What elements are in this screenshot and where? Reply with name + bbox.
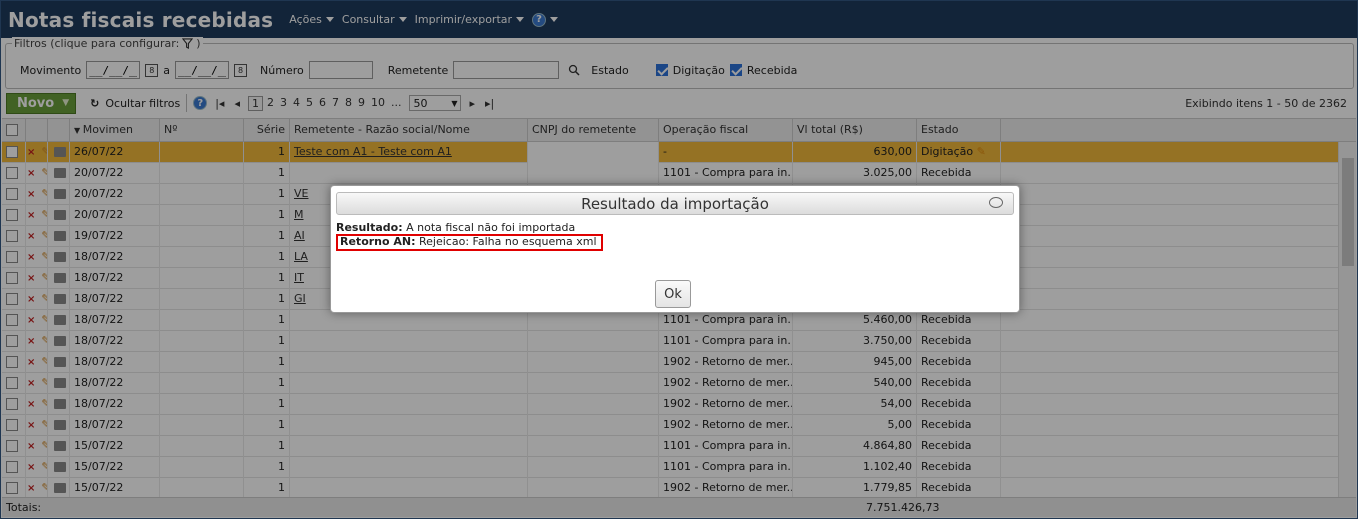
retorno-text: Rejeicao: Falha no esquema xml — [419, 235, 597, 248]
resultado-label: Resultado: — [336, 221, 403, 234]
import-result-dialog: Resultado da importação Resultado: A not… — [330, 185, 1020, 313]
dialog-titlebar: Resultado da importação — [336, 192, 1014, 215]
retorno-label: Retorno AN: — [340, 235, 416, 248]
app-window: Notas fiscais recebidas Ações Consultar … — [0, 0, 1358, 519]
dialog-title: Resultado da importação — [581, 195, 769, 213]
ok-button[interactable]: Ok — [655, 280, 691, 308]
dialog-body: Resultado: A nota fiscal não foi importa… — [331, 215, 1019, 258]
retorno-highlight-box: Retorno AN: Rejeicao: Falha no esquema x… — [336, 234, 603, 251]
resultado-text: A nota fiscal não foi importada — [406, 221, 576, 234]
comment-icon[interactable] — [989, 197, 1003, 208]
